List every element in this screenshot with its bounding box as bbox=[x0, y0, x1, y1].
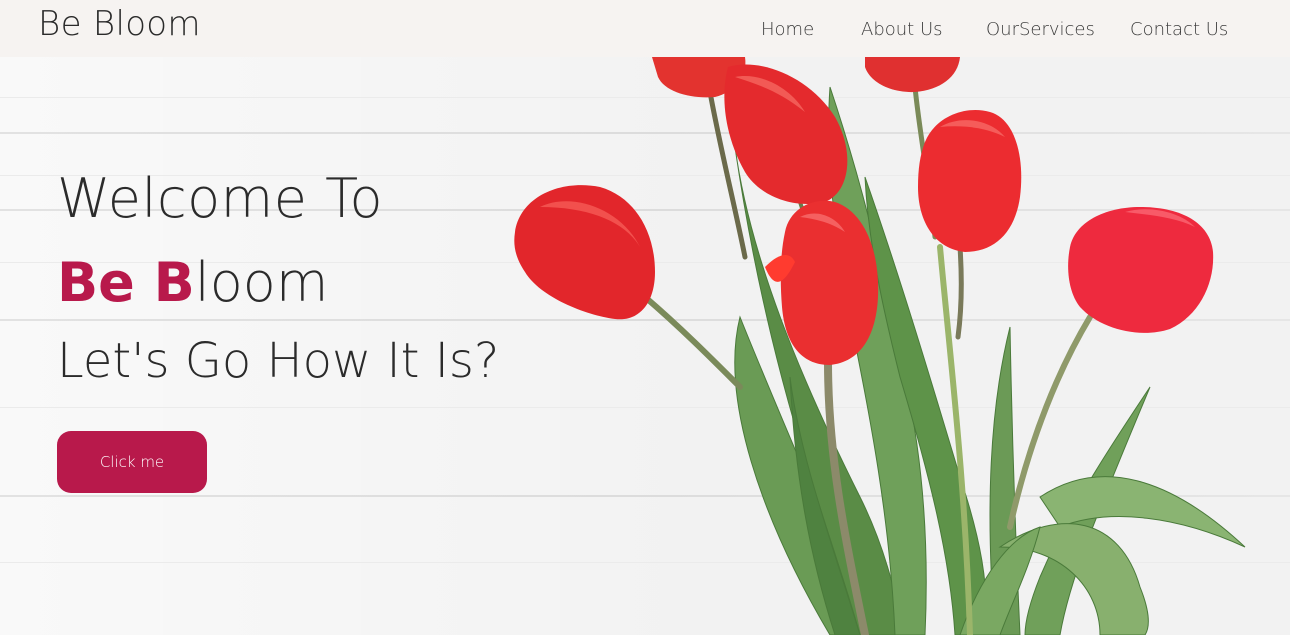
hero-section: Welcome To Be Bloom Let's Go How It Is? … bbox=[0, 57, 1290, 635]
brand-logo[interactable]: Be Bloom bbox=[38, 4, 201, 44]
click-me-button[interactable]: Click me bbox=[57, 431, 207, 493]
hero-brand-accent: Be B bbox=[57, 251, 195, 314]
hero-brand-rest: loom bbox=[194, 251, 329, 314]
hero-brand-text: Be Bloom bbox=[57, 251, 328, 314]
nav-home[interactable]: Home bbox=[761, 19, 814, 40]
nav-contact-us[interactable]: Contact Us bbox=[1130, 19, 1228, 40]
hero-tagline: Let's Go How It Is? bbox=[57, 333, 500, 389]
nav-about-us[interactable]: About Us bbox=[861, 19, 943, 40]
navbar: Be Bloom Home About Us OurServices Conta… bbox=[0, 0, 1290, 57]
hero-welcome-text: Welcome To bbox=[57, 167, 384, 230]
nav-our-services[interactable]: OurServices bbox=[986, 19, 1095, 40]
